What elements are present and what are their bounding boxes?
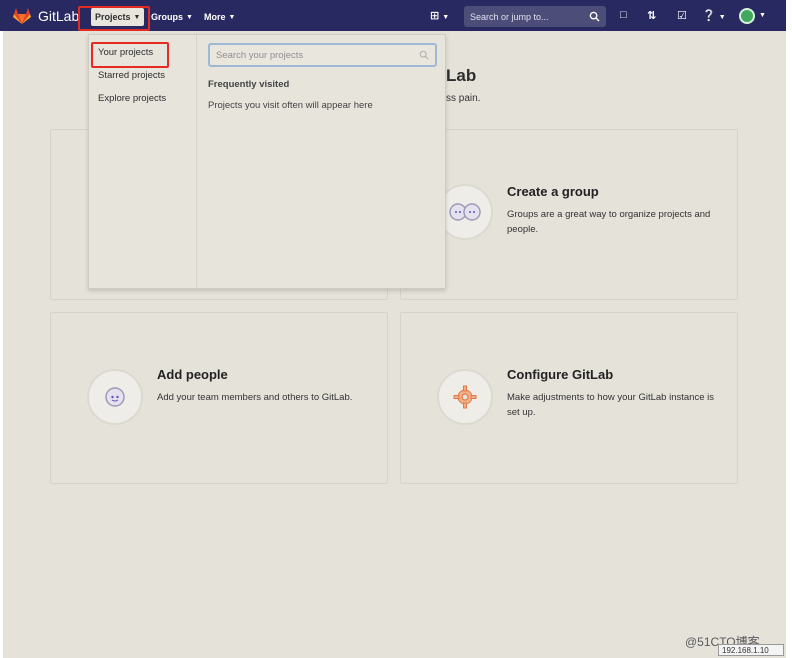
frequently-visited-heading: Frequently visited: [208, 79, 290, 90]
logo-text: GitLab: [38, 8, 80, 24]
nav-more-button[interactable]: More ▼: [200, 8, 239, 26]
card-description: Add your team members and others to GitL…: [157, 392, 353, 403]
gitlab-logo-icon: [13, 8, 31, 24]
nav-groups-button[interactable]: Groups ▼: [147, 8, 197, 26]
frequently-visited-empty-text: Projects you visit often will appear her…: [208, 100, 373, 111]
todos-icon[interactable]: ☑: [677, 9, 687, 22]
add-people-card[interactable]: Add people Add your team members and oth…: [50, 312, 388, 484]
user-avatar[interactable]: [739, 8, 755, 24]
welcome-title: Lab: [446, 66, 477, 85]
dropdown-links-panel: Your projects Starred projects Explore p…: [89, 35, 197, 288]
projects-dropdown: Your projects Starred projects Explore p…: [88, 34, 446, 289]
issues-icon[interactable]: □: [620, 9, 627, 21]
card-title: Create a group: [507, 184, 599, 199]
starred-projects-link[interactable]: Starred projects: [98, 70, 165, 81]
chevron-down-icon: ▼: [186, 13, 193, 21]
nav-groups-label: Groups: [151, 12, 184, 22]
configure-gitlab-card[interactable]: Configure GitLab Make adjustments to how…: [400, 312, 738, 484]
card-description: Groups are a great way to organize proje…: [507, 209, 711, 235]
person-icon: [87, 369, 143, 425]
card-title: Configure GitLab: [507, 367, 614, 382]
new-item-plus-icon[interactable]: ⊞ ▼: [430, 9, 449, 22]
highlight-box-your-projects: [91, 42, 169, 68]
help-icon[interactable]: ❔ ▼: [702, 9, 726, 22]
merge-requests-icon[interactable]: ⇅: [647, 9, 656, 22]
project-search-placeholder: Search your projects: [216, 49, 304, 61]
ip-status-box: 192.168.1.10: [718, 644, 784, 656]
search-icon: [419, 50, 429, 60]
gear-icon: [437, 369, 493, 425]
explore-projects-link[interactable]: Explore projects: [98, 93, 166, 104]
create-group-card[interactable]: Create a group Groups are a great way to…: [400, 129, 738, 300]
card-title: Add people: [157, 367, 228, 382]
highlight-box-projects: [78, 6, 150, 31]
gitlab-home-link[interactable]: GitLab: [12, 7, 79, 25]
card-description: Make adjustments to how your GitLab inst…: [507, 392, 714, 418]
chevron-down-icon[interactable]: ▼: [759, 12, 766, 19]
welcome-subtitle: ss pain.: [446, 93, 481, 104]
project-search-input[interactable]: Search your projects: [208, 43, 437, 67]
search-icon: [589, 11, 600, 22]
search-placeholder: Search or jump to...: [470, 11, 549, 22]
chevron-down-icon: ▼: [228, 13, 236, 21]
nav-more-label: More: [204, 12, 226, 22]
global-search-input[interactable]: Search or jump to...: [464, 6, 606, 27]
